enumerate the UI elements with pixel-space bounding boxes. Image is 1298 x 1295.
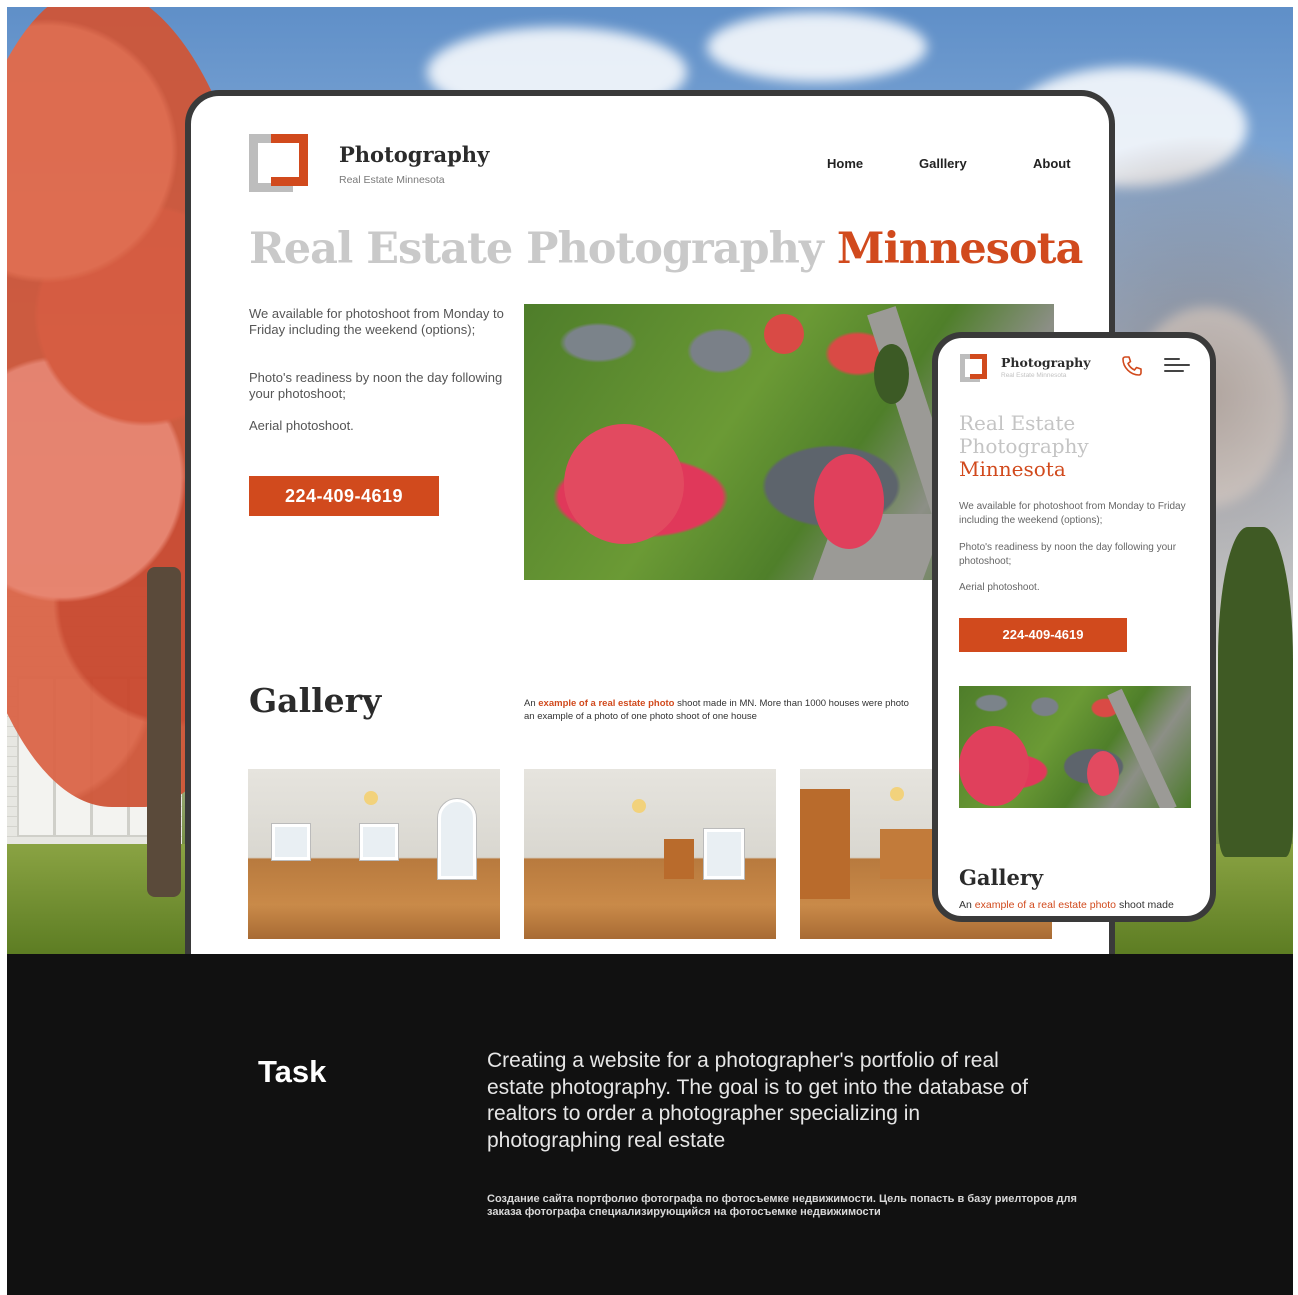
mobile-mockup: Photography Real Estate Minnesota Real E… xyxy=(932,332,1216,922)
task-description: Creating a website for a photographer's … xyxy=(487,1049,1028,1152)
logo-icon[interactable] xyxy=(960,354,988,382)
info-paragraph: We available for photoshoot from Monday … xyxy=(249,306,504,337)
red-tree xyxy=(814,454,884,549)
red-tree xyxy=(1087,751,1119,796)
task-description-ru: Создание сайта портфолио фотографа по фо… xyxy=(487,1193,1077,1218)
gallery-link[interactable]: example of a real estate photo xyxy=(975,899,1116,911)
gallery-photo[interactable] xyxy=(524,769,776,939)
gallery-text: shoot made in MN. More than 1000 houses … xyxy=(674,698,909,709)
brand-subtitle: Real Estate Minnesota xyxy=(1001,372,1067,379)
brand-name: Photography xyxy=(1001,355,1091,370)
phone-button[interactable]: 224-409-4619 xyxy=(959,618,1127,652)
gallery-title: Gallery xyxy=(959,865,1044,890)
gallery-text: An xyxy=(524,698,539,709)
gallery-photo[interactable] xyxy=(248,769,500,939)
brand-name: Photography xyxy=(339,142,490,167)
room-window xyxy=(272,824,310,860)
title-grey: Real Estate xyxy=(959,411,1076,435)
title-accent: Minnesota xyxy=(959,457,1066,481)
red-tree xyxy=(764,314,804,354)
info-paragraph: We available for photoshoot from Monday … xyxy=(959,501,1186,526)
info-paragraph: Photo's readiness by noon the day follow… xyxy=(959,542,1177,567)
page-title: Real Estate Photography Minnesota xyxy=(249,224,1083,274)
gallery-link[interactable]: example of a real estate photo xyxy=(538,698,674,709)
evergreen-tree xyxy=(1218,527,1293,857)
phone-button[interactable]: 224-409-4619 xyxy=(249,476,439,516)
phone-icon[interactable] xyxy=(1120,354,1144,378)
red-tree xyxy=(959,726,1029,806)
nav-home[interactable]: Home xyxy=(827,156,863,171)
chandelier xyxy=(632,799,646,813)
evergreen-tree xyxy=(874,344,909,404)
gallery-title: Gallery xyxy=(249,681,382,720)
info-paragraph: Aerial photoshoot. xyxy=(959,582,1040,593)
tree-trunk xyxy=(147,567,181,897)
cabinet xyxy=(664,839,694,879)
aerial-photo xyxy=(959,686,1191,808)
red-tree xyxy=(564,424,684,544)
gallery-text: an example of a photo of one photo shoot… xyxy=(524,711,757,722)
page-title: Real Estate Photography Minnesota xyxy=(959,412,1089,481)
logo-icon[interactable] xyxy=(249,134,309,192)
cloud xyxy=(707,12,927,82)
nav-gallery[interactable]: Galllery xyxy=(919,156,967,171)
room-window xyxy=(704,829,744,879)
gallery-text: An xyxy=(959,899,975,911)
task-section: Task Creating a website for a photograph… xyxy=(7,954,1293,1295)
cabinet xyxy=(800,789,850,899)
info-paragraph: Photo's readiness by noon the day follow… xyxy=(249,370,503,401)
hamburger-menu-icon[interactable] xyxy=(1164,358,1190,376)
gallery-text: shoot made xyxy=(1116,899,1174,911)
nav-about[interactable]: About xyxy=(1033,156,1071,171)
task-title: Task xyxy=(258,1054,327,1089)
title-grey: Real Estate Photography xyxy=(249,224,824,274)
gallery-description: An example of a real estate photo shoot … xyxy=(959,899,1174,911)
ceiling-light xyxy=(890,787,904,801)
room-window xyxy=(360,824,398,860)
room-window xyxy=(438,799,476,879)
chandelier xyxy=(364,791,378,805)
title-grey: Photography xyxy=(959,434,1089,458)
brand-subtitle: Real Estate Minnesota xyxy=(339,174,445,186)
street xyxy=(1107,688,1177,808)
title-accent: Minnesota xyxy=(836,224,1083,274)
info-paragraph: Aerial photoshoot. xyxy=(249,418,354,433)
